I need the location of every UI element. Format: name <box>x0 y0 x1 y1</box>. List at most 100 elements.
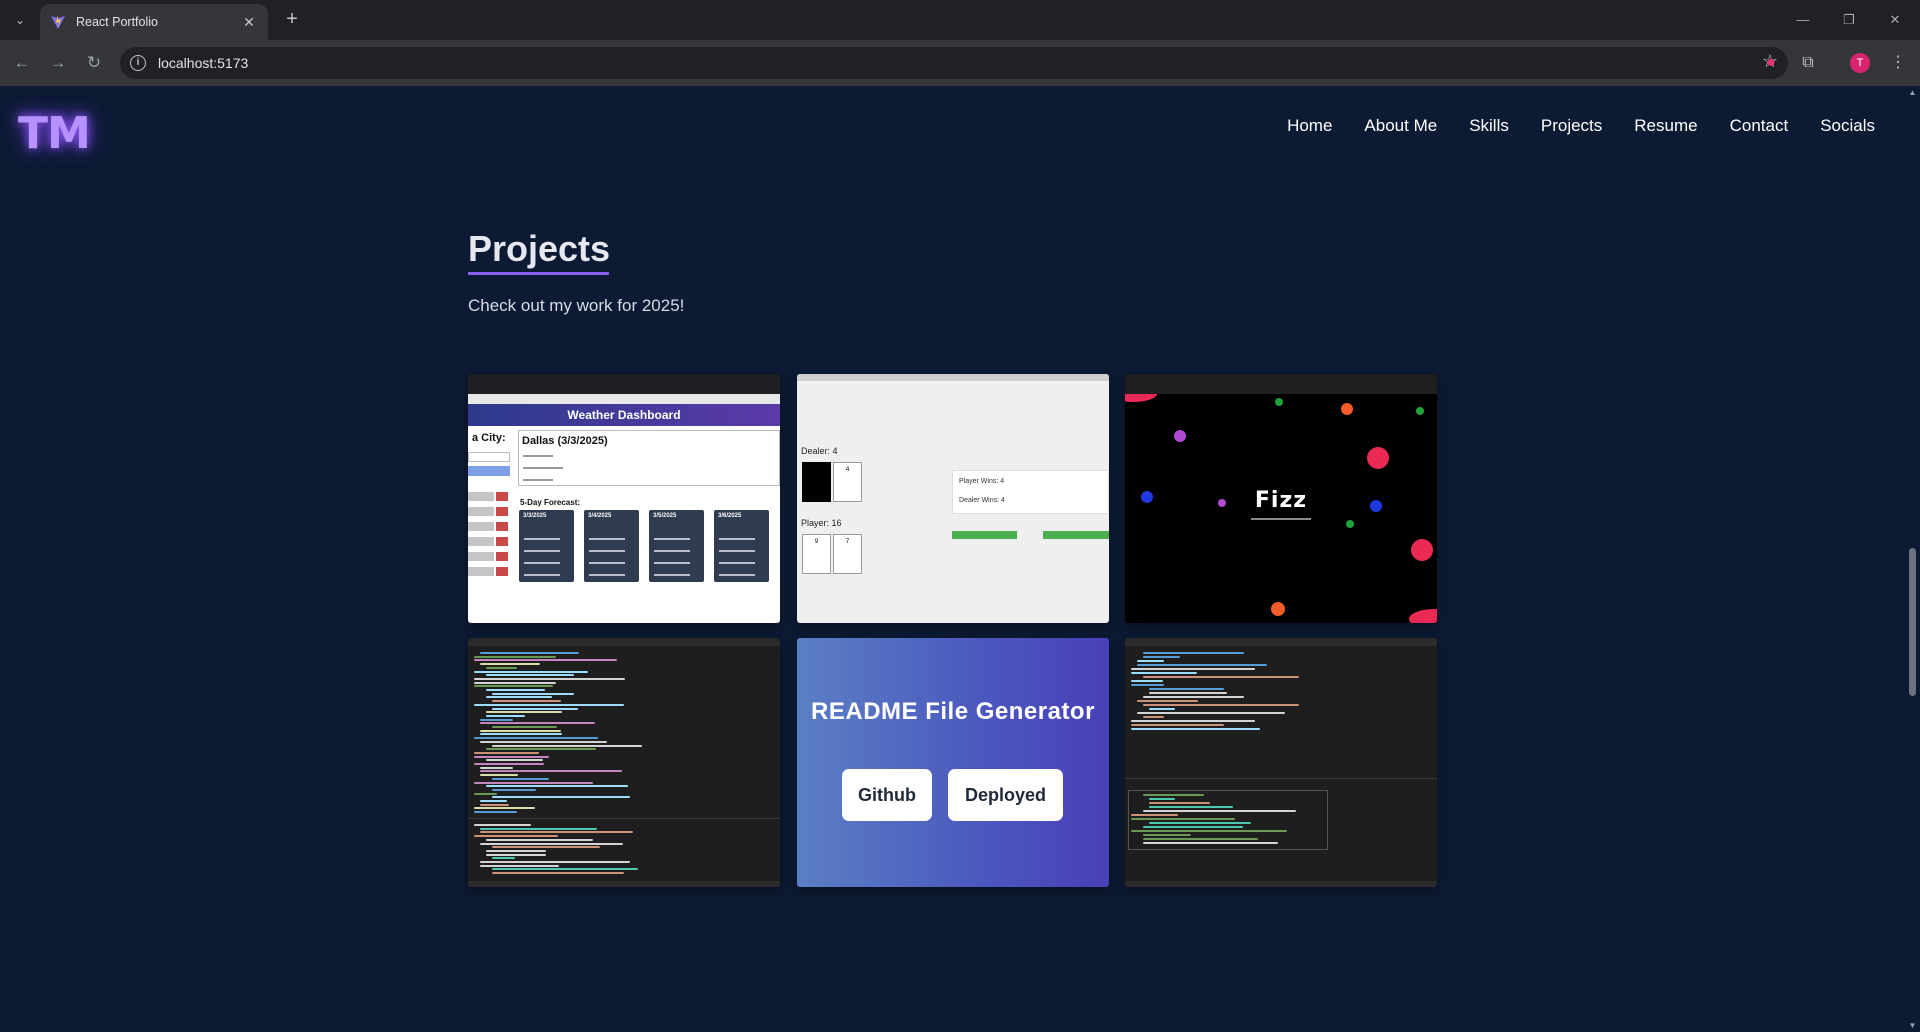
github-button[interactable]: Github <box>842 769 932 821</box>
code-line <box>1143 794 1205 796</box>
page-title: Projects <box>468 228 611 269</box>
tab-close-icon[interactable]: ✕ <box>240 14 258 31</box>
forecast-date: 3/5/2025 <box>653 513 677 519</box>
code-line <box>480 740 608 743</box>
code-line <box>492 744 642 747</box>
blackjack-scoreboard: Player Wins: 4 Dealer Wins: 4 <box>952 470 1109 514</box>
code-line <box>474 755 550 758</box>
code-line <box>480 827 597 830</box>
site-info-icon[interactable]: i <box>130 55 146 71</box>
code-line <box>492 777 550 780</box>
back-icon[interactable]: ← <box>8 49 36 77</box>
restore-icon[interactable]: ❐ <box>1826 6 1872 34</box>
screen-recorder-icon[interactable]: ● <box>1757 49 1785 77</box>
scroll-up-icon[interactable]: ▲ <box>1908 88 1917 97</box>
forecast-day-card: 3/5/2025 <box>649 510 704 582</box>
project-card-blackjack[interactable]: Dealer: 4 4 Player: 16 9 7 Player Wins: … <box>797 374 1109 623</box>
page-scrollbar[interactable]: ▲ ▼ <box>1905 86 1920 1032</box>
scroll-thumb[interactable] <box>1909 548 1916 696</box>
code-line <box>474 681 557 684</box>
statusbar <box>1125 881 1437 887</box>
code-line <box>492 796 631 799</box>
code-line <box>474 703 624 706</box>
site-logo[interactable]: TM <box>18 108 91 159</box>
code-line <box>480 842 623 845</box>
code-line <box>492 692 575 695</box>
code-line <box>1143 842 1279 844</box>
project-card-readme[interactable]: README File Generator Github Deployed <box>797 638 1109 887</box>
tab-search-chevron-icon[interactable]: ⌄ <box>8 8 32 32</box>
code-line <box>486 666 517 669</box>
history-row <box>468 507 494 516</box>
weather-body: a City: Dallas (3/3/2025) 5-Day Forecast… <box>468 426 780 623</box>
code-line <box>474 685 553 688</box>
history-delete-button <box>496 567 508 576</box>
minimize-icon[interactable]: — <box>1780 6 1826 34</box>
browser-tab[interactable]: React Portfolio ✕ <box>40 4 268 40</box>
nav-socials[interactable]: Socials <box>1820 116 1875 136</box>
scroll-down-icon[interactable]: ▼ <box>1908 1021 1917 1030</box>
code-line <box>1149 806 1234 808</box>
forward-icon[interactable]: → <box>44 49 72 77</box>
new-tab-icon[interactable]: + <box>280 8 304 32</box>
nav-contact[interactable]: Contact <box>1730 116 1789 136</box>
code-line <box>492 846 600 849</box>
project-card-fizz[interactable]: Fizz <box>1125 374 1437 623</box>
menu-kebab-icon[interactable]: ⋮ <box>1884 49 1912 77</box>
nav-home[interactable]: Home <box>1287 116 1332 136</box>
code-line <box>486 785 628 788</box>
url-text[interactable]: localhost:5173 <box>158 55 248 71</box>
code-line <box>492 700 562 703</box>
code-line <box>480 770 623 773</box>
extensions-icon[interactable]: ⧉ <box>1794 49 1822 77</box>
close-window-icon[interactable]: ✕ <box>1872 6 1918 34</box>
code-line <box>486 696 553 699</box>
blackjack-player-card: 9 <box>802 534 831 574</box>
blackjack-dealer-card: 4 <box>833 462 862 502</box>
page-viewport: TM Home About Me Skills Projects Resume … <box>0 86 1905 1032</box>
code-line <box>486 674 575 677</box>
nav-about-me[interactable]: About Me <box>1364 116 1437 136</box>
screenshot-url <box>468 394 780 404</box>
code-line <box>474 659 618 662</box>
project-card-code-2[interactable] <box>1125 638 1437 887</box>
address-bar[interactable]: i localhost:5173 ☆ <box>120 47 1788 79</box>
code-line <box>474 763 545 765</box>
code-line <box>474 792 497 795</box>
project-card-code-1[interactable] <box>468 638 780 887</box>
blackjack-dealer-hidden-card <box>802 462 831 502</box>
deployed-button[interactable]: Deployed <box>948 769 1063 821</box>
code-line <box>480 663 540 666</box>
code-line <box>480 774 518 777</box>
reload-icon[interactable]: ↻ <box>80 49 108 77</box>
code-line <box>474 781 593 784</box>
weather-search-button <box>468 466 510 476</box>
code-line <box>474 835 558 838</box>
code-line <box>486 748 596 751</box>
code-line <box>1143 838 1259 840</box>
forecast-day-card: 3/6/2025 <box>714 510 769 582</box>
code-line <box>1131 818 1236 820</box>
forecast-date: 3/6/2025 <box>718 513 742 519</box>
code-line <box>1143 834 1192 836</box>
profile-avatar[interactable]: T <box>1850 53 1870 73</box>
weather-search-label: a City: <box>472 432 506 444</box>
history-delete-button <box>496 522 508 531</box>
nav-projects[interactable]: Projects <box>1541 116 1602 136</box>
nav-resume[interactable]: Resume <box>1634 116 1697 136</box>
forecast-day-card: 3/4/2025 <box>584 510 639 582</box>
screenshot-titlebar <box>1125 374 1437 394</box>
terminal-divider <box>468 818 780 819</box>
history-row <box>468 567 494 576</box>
nav-skills[interactable]: Skills <box>1469 116 1509 136</box>
vite-favicon-icon <box>51 15 65 29</box>
code-line <box>480 733 562 736</box>
code-line <box>1143 810 1297 812</box>
blackjack-player-card: 7 <box>833 534 862 574</box>
code-line <box>486 711 563 714</box>
site-nav: Home About Me Skills Projects Resume Con… <box>1287 116 1875 136</box>
table-lines <box>1125 638 1437 887</box>
browser-tabstrip: ⌄ React Portfolio ✕ + — ❐ ✕ <box>0 0 1920 40</box>
project-card-weather[interactable]: Weather Dashboard a City: Dallas (3/3/20… <box>468 374 780 623</box>
code-line <box>492 788 536 791</box>
